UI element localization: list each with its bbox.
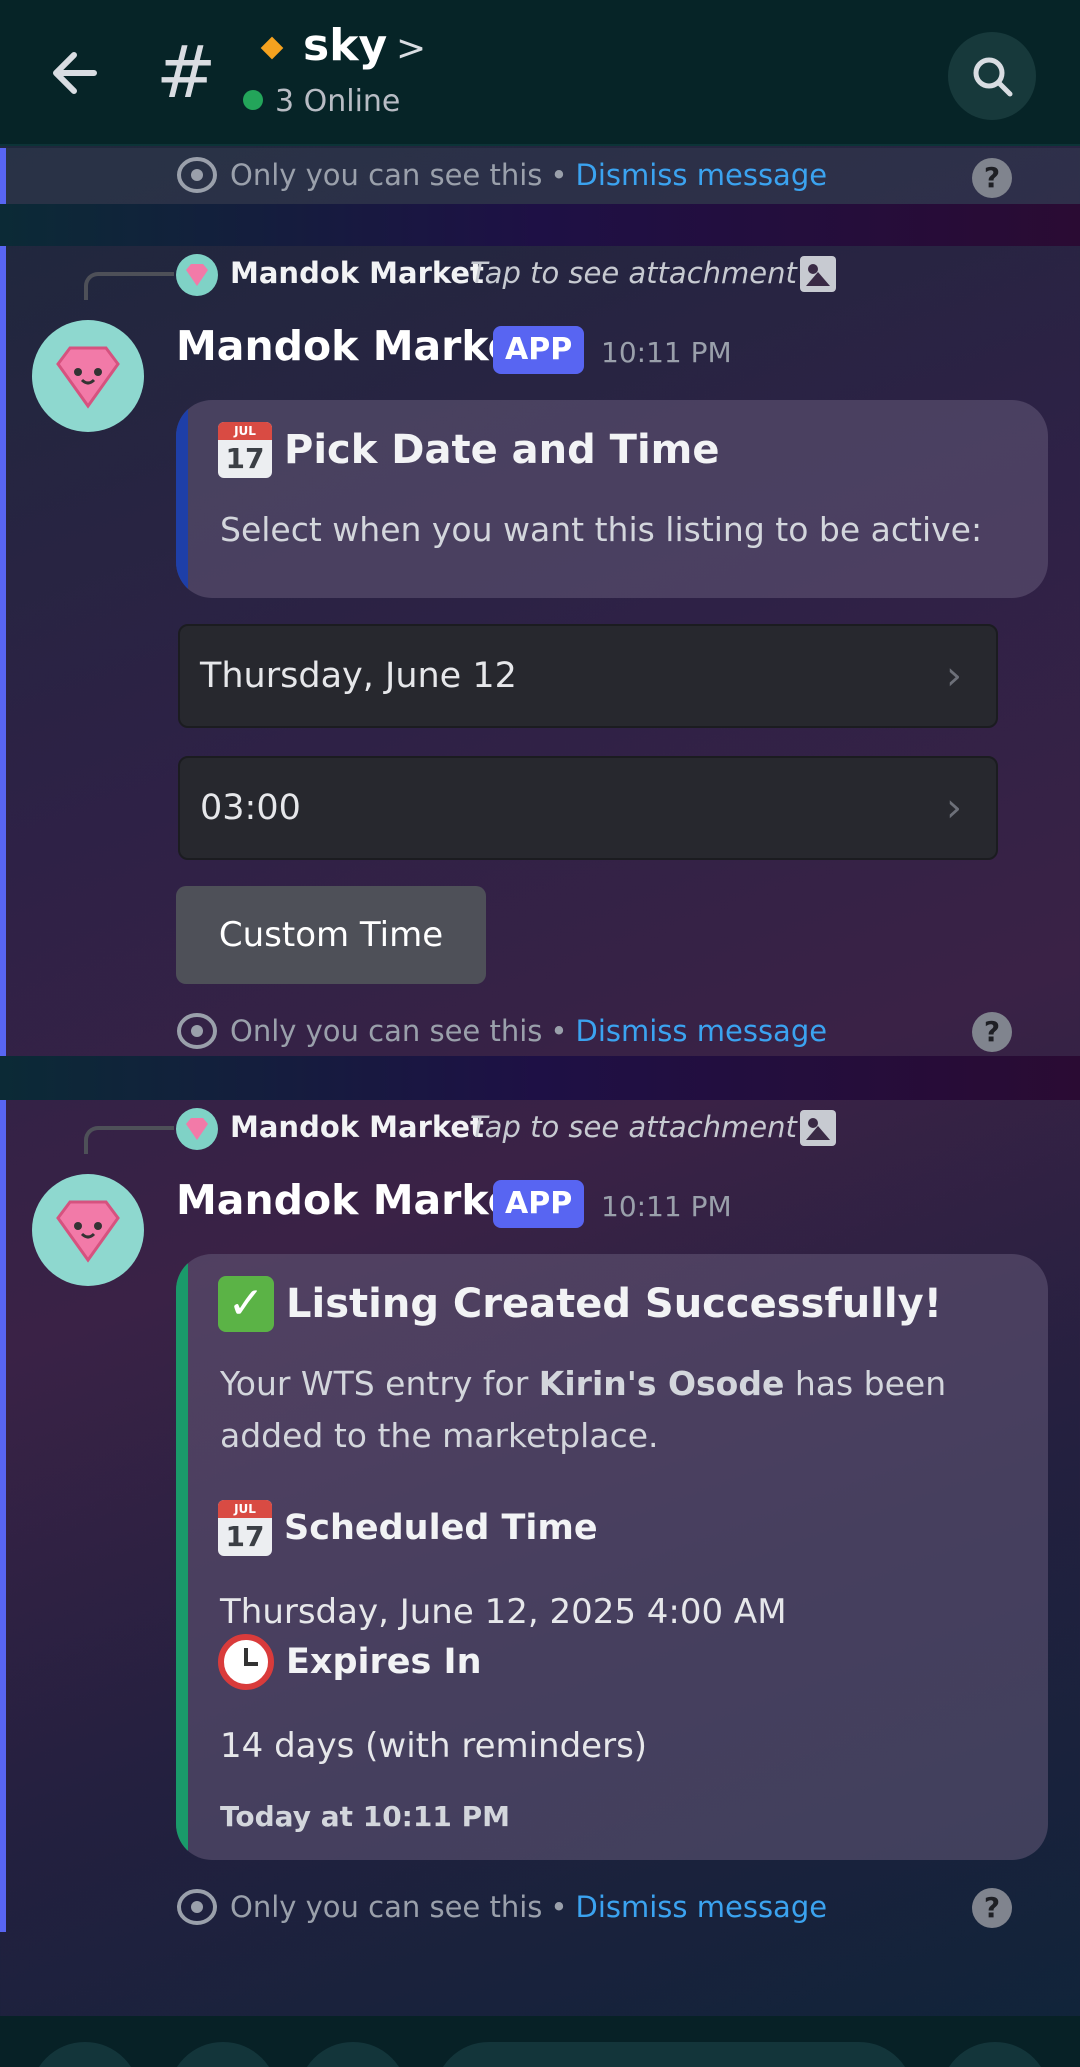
diamond-icon — [260, 36, 284, 60]
message-input[interactable] — [434, 2042, 914, 2067]
desc-text: added to the marketplace. — [220, 1416, 659, 1455]
embed-card: ✓ Listing Created Successfully! Your WTS… — [176, 1254, 1048, 1860]
time-select-value: 03:00 — [200, 788, 301, 828]
desc-text: has been — [784, 1364, 947, 1403]
ephemeral-notice: Only you can see this • Dismiss message — [176, 152, 827, 198]
embed-title: ✓ Listing Created Successfully! — [218, 1276, 942, 1332]
dismiss-message-link[interactable]: Dismiss message — [576, 158, 828, 192]
reply-author-name[interactable]: Mandok Market — [230, 256, 484, 290]
calendar-icon: JUL 17 — [218, 1500, 272, 1556]
field-expires-value: 14 days (with reminders) — [220, 1726, 648, 1766]
reply-avatar[interactable] — [176, 254, 218, 296]
separator: • — [550, 158, 568, 192]
avatar[interactable] — [32, 320, 144, 432]
field-scheduled-time-label: JUL 17 Scheduled Time — [218, 1500, 598, 1556]
avatar[interactable] — [32, 1174, 144, 1286]
embed-accent-bar — [176, 1254, 188, 1860]
calendar-icon: JUL 17 — [218, 422, 272, 478]
check-icon: ✓ — [218, 1276, 274, 1332]
reply-avatar[interactable] — [176, 1108, 218, 1150]
back-arrow-icon[interactable] — [44, 40, 110, 106]
ephemeral-text: Only you can see this — [230, 158, 543, 192]
message-composer — [0, 2016, 1080, 2067]
help-icon[interactable]: ? — [972, 1888, 1012, 1928]
message-divider — [0, 204, 1080, 246]
reply-connector — [84, 1126, 174, 1154]
reply-connector — [84, 272, 174, 300]
ephemeral-text: Only you can see this — [230, 1014, 543, 1048]
composer-plus-button[interactable] — [30, 2042, 140, 2067]
separator: • — [550, 1890, 568, 1924]
ephemeral-text: Only you can see this — [230, 1890, 543, 1924]
composer-gift-button[interactable] — [298, 2042, 408, 2067]
embed-footer: Today at 10:11 PM — [220, 1800, 510, 1833]
embed-description: Your WTS entry for Kirin's Osode has bee… — [220, 1358, 946, 1462]
online-status-dot — [243, 90, 263, 110]
time-select[interactable]: 03:00 › — [178, 756, 998, 860]
eye-icon — [177, 157, 217, 193]
date-select[interactable]: Thursday, June 12 › — [178, 624, 998, 728]
date-select-value: Thursday, June 12 — [200, 656, 517, 696]
reply-preview-text[interactable]: Tap to see attachment — [470, 256, 797, 290]
alarm-clock-icon — [218, 1634, 274, 1690]
composer-apps-button[interactable] — [168, 2042, 278, 2067]
embed-title-text: Pick Date and Time — [284, 427, 720, 473]
online-count: 3 Online — [275, 84, 401, 119]
ephemeral-notice: Only you can see this • Dismiss message — [176, 1884, 827, 1930]
channel-header: # sky > 3 Online — [0, 0, 1080, 146]
app-badge: APP — [493, 1180, 585, 1228]
message-divider — [0, 1056, 1080, 1100]
message-pick-date: Mandok Market Tap to see attachment Mand… — [0, 246, 1080, 1056]
message-timestamp: 10:11 PM — [601, 1190, 732, 1223]
channel-name[interactable]: sky — [303, 20, 387, 71]
eye-icon — [177, 1013, 217, 1049]
previous-message-tail: Only you can see this • Dismiss message … — [0, 148, 1080, 204]
reply-author-name[interactable]: Mandok Market — [230, 1110, 484, 1144]
search-icon — [973, 57, 1013, 97]
gem-mascot-icon — [56, 1200, 120, 1263]
gem-mascot-icon — [56, 346, 120, 409]
reply-preview-text[interactable]: Tap to see attachment — [470, 1110, 797, 1144]
eye-icon — [177, 1889, 217, 1925]
separator: • — [550, 1014, 568, 1048]
dismiss-message-link[interactable]: Dismiss message — [576, 1014, 828, 1048]
chevron-right-icon[interactable]: > — [396, 28, 426, 69]
app-badge: APP — [493, 326, 585, 374]
chevron-right-icon: › — [946, 785, 962, 831]
desc-text: Your WTS entry for — [220, 1364, 539, 1403]
embed-title-text: Listing Created Successfully! — [286, 1281, 942, 1327]
author-name[interactable]: Mandok Market — [176, 322, 535, 370]
channel-hash-icon: # — [156, 30, 217, 114]
search-button[interactable] — [948, 32, 1036, 120]
chevron-right-icon: › — [946, 653, 962, 699]
field-expires-label: Expires In — [218, 1634, 482, 1690]
field-scheduled-time-value: Thursday, June 12, 2025 4:00 AM — [220, 1592, 787, 1632]
voice-button[interactable] — [940, 2042, 1050, 2067]
embed-accent-bar — [176, 400, 188, 598]
dismiss-message-link[interactable]: Dismiss message — [576, 1890, 828, 1924]
image-icon — [800, 256, 836, 292]
embed-description: Select when you want this listing to be … — [220, 510, 983, 549]
image-icon — [800, 1110, 836, 1146]
ephemeral-notice: Only you can see this • Dismiss message — [176, 1008, 827, 1054]
embed-title: JUL 17 Pick Date and Time — [218, 422, 719, 478]
message-timestamp: 10:11 PM — [601, 336, 732, 369]
embed-card: JUL 17 Pick Date and Time Select when you… — [176, 400, 1048, 598]
help-icon[interactable]: ? — [972, 1012, 1012, 1052]
author-name[interactable]: Mandok Market — [176, 1176, 535, 1224]
message-listing-created: Mandok Market Tap to see attachment Mand… — [0, 1100, 1080, 1932]
item-name: Kirin's Osode — [538, 1364, 785, 1403]
custom-time-button[interactable]: Custom Time — [176, 886, 486, 984]
help-icon[interactable]: ? — [972, 158, 1012, 198]
